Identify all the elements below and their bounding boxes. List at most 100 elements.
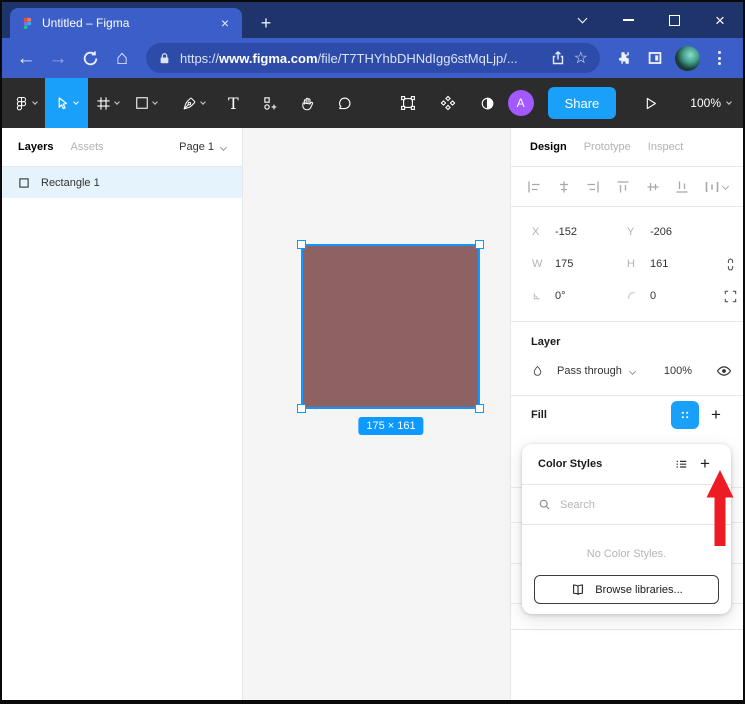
new-tab-button[interactable]: +: [254, 11, 278, 35]
resize-handle-top-right[interactable]: [475, 240, 484, 249]
distribute-spacing-icon[interactable]: [704, 179, 729, 195]
selected-rectangle[interactable]: [297, 240, 484, 413]
rotation-value[interactable]: 0°: [555, 290, 566, 302]
frame-tool-button[interactable]: [88, 78, 127, 128]
style-search-input[interactable]: [560, 498, 690, 511]
use-as-mask-button[interactable]: [468, 78, 508, 128]
independent-corners-icon[interactable]: [723, 289, 738, 304]
selection-tools-group: [388, 78, 508, 128]
main-area: Layers Assets Page 1 Rectangle 1 175 × 1…: [2, 128, 743, 700]
lock-icon[interactable]: [158, 52, 171, 65]
design-panel: Design Prototype Inspect X -152 Y -206 W…: [511, 128, 743, 700]
layer-opacity-value[interactable]: 100%: [664, 365, 692, 377]
fill-styles-button[interactable]: [671, 400, 699, 429]
color-styles-popup: Color Styles + No Color Styles. Browse l…: [522, 444, 731, 614]
move-tool-button[interactable]: [45, 78, 88, 128]
resize-handle-bottom-left[interactable]: [297, 404, 306, 413]
browser-menu-dots-icon[interactable]: [703, 42, 735, 74]
pen-tool-button[interactable]: [172, 78, 215, 128]
browser-window: Untitled – Figma × + × ← → ⌂ https://www…: [0, 0, 745, 704]
window-controls: ×: [559, 2, 743, 38]
styles-dots-icon: [681, 411, 689, 418]
hidden-section-divider: [511, 629, 743, 630]
resize-handle-top-left[interactable]: [297, 240, 306, 249]
align-horizontal-centers-icon[interactable]: [556, 179, 572, 195]
chevron-down-icon: [219, 143, 228, 151]
red-annotation-arrow: [706, 470, 734, 546]
layer-visibility-eye-icon[interactable]: [716, 363, 732, 379]
fill-section-header: Fill +: [511, 396, 743, 433]
layer-name: Rectangle 1: [41, 176, 100, 189]
canvas[interactable]: 175 × 161: [243, 128, 511, 700]
style-search-row: [522, 484, 731, 525]
selection-size-badge: 175 × 161: [358, 417, 424, 435]
tab-layers[interactable]: Layers: [18, 141, 53, 153]
browser-toolbar: ← → ⌂ https://www.figma.com/file/T7THYhb…: [2, 38, 743, 78]
align-vertical-centers-icon[interactable]: [645, 179, 661, 195]
height-value[interactable]: 161: [650, 258, 668, 270]
tab-assets[interactable]: Assets: [70, 141, 103, 153]
tab-inspect[interactable]: Inspect: [648, 141, 683, 153]
window-close-button[interactable]: ×: [697, 2, 743, 38]
user-avatar[interactable]: A: [507, 90, 534, 116]
zoom-level-control[interactable]: 100%: [684, 96, 732, 110]
share-button[interactable]: Share: [547, 87, 617, 119]
add-fill-button[interactable]: +: [699, 401, 733, 429]
present-play-icon[interactable]: [630, 78, 670, 128]
align-top-icon[interactable]: [615, 179, 631, 195]
constrain-proportions-icon[interactable]: [723, 257, 738, 272]
edit-object-button[interactable]: [388, 78, 428, 128]
x-value[interactable]: -152: [555, 226, 577, 238]
layer-row-rectangle-1[interactable]: Rectangle 1: [2, 167, 242, 198]
tab-design[interactable]: Design: [530, 141, 567, 153]
toolbar-right-group: A Share 100%: [507, 78, 743, 128]
alignment-row: [511, 167, 743, 207]
minimize-button[interactable]: [605, 2, 651, 38]
tab-search-chevron-icon[interactable]: [559, 2, 605, 38]
extensions-puzzle-icon[interactable]: [607, 42, 639, 74]
blend-mode-droplet-icon[interactable]: [531, 365, 544, 378]
forward-icon[interactable]: →: [42, 42, 74, 74]
shape-tool-button[interactable]: [127, 78, 166, 128]
home-icon[interactable]: ⌂: [106, 42, 138, 74]
resources-tool-button[interactable]: [252, 78, 289, 128]
share-page-icon[interactable]: [550, 50, 566, 66]
book-icon: [573, 583, 584, 595]
chevron-down-icon: [628, 367, 636, 375]
width-value[interactable]: 175: [555, 258, 573, 270]
browser-tab[interactable]: Untitled – Figma ×: [10, 8, 242, 38]
figma-main-menu-button[interactable]: [6, 78, 45, 128]
figma-toolbar: T A Share 100%: [2, 78, 743, 128]
page-selector[interactable]: Page 1: [179, 141, 228, 153]
figma-favicon: [23, 17, 32, 29]
back-icon[interactable]: ←: [10, 42, 42, 74]
tab-title: Untitled – Figma: [42, 16, 130, 30]
style-list-view-icon[interactable]: [669, 452, 693, 476]
reload-icon[interactable]: [74, 42, 106, 74]
y-value[interactable]: -206: [650, 226, 672, 238]
text-tool-button[interactable]: T: [215, 78, 252, 128]
no-color-styles-message: No Color Styles.: [586, 548, 667, 560]
side-panel-extension-icon[interactable]: [639, 42, 671, 74]
layers-panel: Layers Assets Page 1 Rectangle 1: [2, 128, 243, 700]
blend-mode-dropdown[interactable]: Pass through: [557, 365, 636, 377]
resize-handle-bottom-right[interactable]: [475, 404, 484, 413]
align-bottom-icon[interactable]: [674, 179, 690, 195]
url-text[interactable]: https://www.figma.com/file/T7THYhbDHNdIg…: [180, 51, 542, 66]
browser-profile-avatar[interactable]: [671, 42, 703, 74]
browser-titlebar: Untitled – Figma × + ×: [2, 2, 743, 38]
page-selector-label: Page 1: [179, 141, 214, 153]
bookmark-star-icon[interactable]: ☆: [574, 48, 588, 68]
address-bar[interactable]: https://www.figma.com/file/T7THYhbDHNdIg…: [146, 43, 600, 73]
corner-radius-value[interactable]: 0: [650, 290, 656, 302]
create-component-button[interactable]: [428, 78, 468, 128]
y-label: Y: [627, 226, 635, 238]
tab-prototype[interactable]: Prototype: [584, 141, 631, 153]
browse-libraries-button[interactable]: Browse libraries...: [534, 575, 719, 604]
align-right-icon[interactable]: [585, 179, 601, 195]
align-left-icon[interactable]: [526, 179, 542, 195]
hand-tool-button[interactable]: [289, 78, 326, 128]
tab-close-icon[interactable]: ×: [216, 14, 234, 32]
comment-tool-button[interactable]: [326, 78, 363, 128]
maximize-button[interactable]: [651, 2, 697, 38]
